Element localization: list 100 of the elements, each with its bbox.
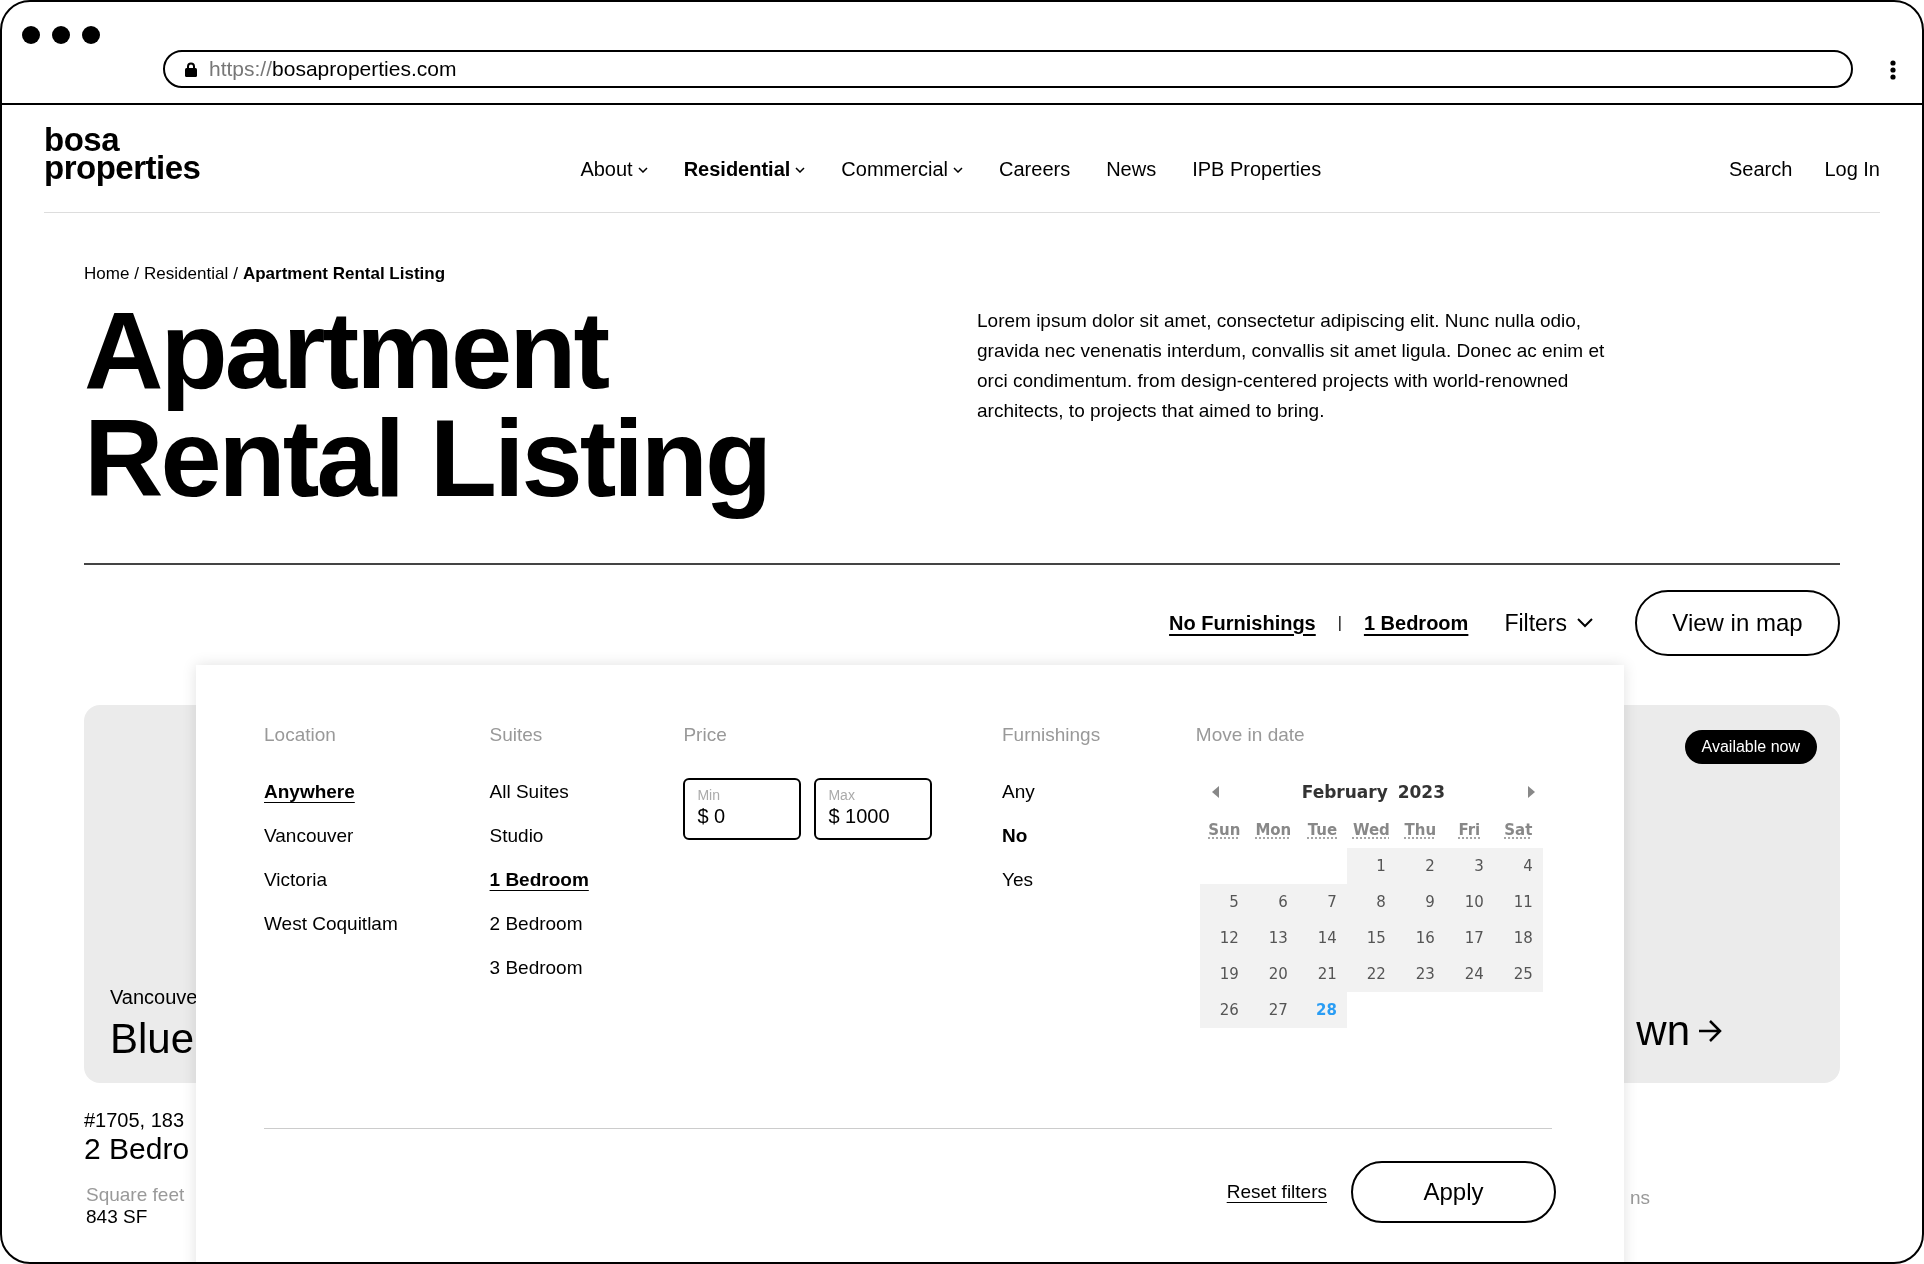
- column-heading: Location: [264, 724, 337, 746]
- weekday-label: Mon: [1255, 821, 1292, 839]
- filter-option[interactable]: Any: [1001, 780, 1196, 804]
- calendar-month: February 2023: [1301, 782, 1445, 802]
- calendar-day[interactable]: 24: [1444, 956, 1494, 992]
- detail-label: ns: [1629, 1187, 1650, 1210]
- filter-option[interactable]: Victoria: [264, 868, 490, 892]
- calendar-day[interactable]: 6: [1248, 884, 1298, 920]
- filter-option[interactable]: No: [1001, 824, 1196, 848]
- nav-link[interactable]: About: [580, 158, 648, 181]
- column-heading: Move in date: [1195, 724, 1306, 746]
- calendar-day[interactable]: 11: [1493, 884, 1543, 920]
- intro-paragraph: Lorem ipsum dolor sit amet, consectetur adipiscing elit. Nunc nulla odio, gravida nec venenatis interdum, convallis sit amet ligula. Donec ac enim et orci condimentum. from design-centered projects with world-renowned architects, to projects that aimed to bring.: [977, 309, 1606, 423]
- filter-option[interactable]: All Suites: [489, 780, 684, 804]
- calendar-day[interactable]: 10: [1444, 884, 1494, 920]
- calendar-day[interactable]: 27: [1248, 992, 1298, 1028]
- calendar-day[interactable]: 13: [1248, 920, 1298, 956]
- unit-type: 2 Bedro: [84, 1132, 190, 1166]
- caret-icon: [637, 166, 648, 173]
- listing-city: Vancouve: [110, 986, 198, 1009]
- listing-name: Blue: [110, 1015, 196, 1063]
- breadcrumb-link[interactable]: Residential: [144, 264, 229, 284]
- nav-link[interactable]: Careers: [999, 158, 1071, 181]
- calendar-day[interactable]: 2: [1395, 848, 1445, 884]
- calendar-day[interactable]: 17: [1444, 920, 1494, 956]
- page-title: Apartment Rental Listing: [84, 296, 771, 521]
- filters-toggle[interactable]: Filters: [1504, 609, 1593, 637]
- nav-link[interactable]: News: [1106, 158, 1157, 181]
- calendar-day[interactable]: 22: [1346, 956, 1396, 992]
- header-link[interactable]: Search: [1729, 158, 1793, 181]
- price-field[interactable]: Max $ 1000: [814, 778, 933, 840]
- nav-link[interactable]: IPB Properties: [1192, 158, 1322, 181]
- filter-option[interactable]: 2 Bedroom: [489, 912, 684, 936]
- price-field[interactable]: Min $ 0: [683, 778, 802, 840]
- calendar-day[interactable]: 26: [1199, 992, 1249, 1028]
- header-link[interactable]: Log In: [1824, 158, 1880, 181]
- filter-option[interactable]: 3 Bedroom: [489, 956, 684, 980]
- listing-name: wn: [1636, 1007, 1690, 1055]
- caret-icon: [953, 166, 964, 173]
- calendar-day[interactable]: 8: [1346, 884, 1396, 920]
- weekday-label: Fri: [1458, 821, 1481, 839]
- area-label: Square feet: [86, 1184, 186, 1206]
- nav-link[interactable]: Residential: [683, 158, 806, 181]
- calendar-day[interactable]: 4: [1493, 848, 1543, 884]
- calendar-day[interactable]: 3: [1444, 848, 1494, 884]
- weekday-label: Sat: [1504, 821, 1533, 839]
- weekday-label: Tue: [1307, 821, 1338, 839]
- filter-option[interactable]: Yes: [1001, 868, 1196, 892]
- url-host: bosaproperties.com: [272, 57, 457, 81]
- weekday-label: Wed: [1352, 821, 1390, 839]
- filter-option[interactable]: Vancouver: [264, 824, 490, 848]
- calendar-day[interactable]: 25: [1493, 956, 1543, 992]
- calendar-day[interactable]: 1: [1346, 848, 1396, 884]
- breadcrumb-current: Apartment Rental Listing: [242, 264, 446, 284]
- address-bar[interactable]: https://bosaproperties.com: [163, 50, 1853, 88]
- lock-icon: [185, 61, 197, 77]
- window-dot[interactable]: [82, 26, 100, 44]
- breadcrumb-link[interactable]: Home: [84, 264, 130, 284]
- active-filter-link[interactable]: No Furnishings: [1169, 611, 1316, 635]
- column-heading: Price: [683, 724, 728, 746]
- calendar-day[interactable]: 19: [1199, 956, 1249, 992]
- view-in-map-button[interactable]: View in map: [1635, 590, 1840, 656]
- previous-month-icon[interactable]: [1211, 786, 1220, 798]
- breadcrumb-separator: /: [134, 264, 140, 284]
- filter-separator: |: [1337, 614, 1342, 632]
- caret-icon: [795, 166, 806, 173]
- calendar-day[interactable]: 21: [1297, 956, 1347, 992]
- filter-option[interactable]: Anywhere: [264, 780, 490, 804]
- listing-address: #1705, 183: [84, 1109, 186, 1132]
- calendar-day[interactable]: 23: [1395, 956, 1445, 992]
- filter-option[interactable]: West Coquitlam: [264, 912, 490, 936]
- window-dot[interactable]: [22, 26, 40, 44]
- calendar-day[interactable]: 5: [1199, 884, 1249, 920]
- calendar-day[interactable]: 18: [1493, 920, 1543, 956]
- calendar-day[interactable]: 16: [1395, 920, 1445, 956]
- breadcrumb-separator: /: [233, 264, 238, 284]
- calendar-day[interactable]: 7: [1297, 884, 1347, 920]
- calendar-day[interactable]: 9: [1395, 884, 1445, 920]
- availability-badge: Available now: [1684, 730, 1817, 764]
- arrow-right-icon: [1698, 1020, 1722, 1042]
- reset-filters-link[interactable]: Reset filters: [1226, 1181, 1327, 1203]
- menu-icon[interactable]: [1890, 60, 1896, 80]
- weekday-label: Thu: [1404, 821, 1437, 839]
- calendar-day[interactable]: 15: [1346, 920, 1396, 956]
- column-heading: Suites: [489, 724, 544, 746]
- filter-option[interactable]: 1 Bedroom: [489, 868, 684, 892]
- calendar-day[interactable]: 20: [1248, 956, 1298, 992]
- chevron-icon: [1577, 618, 1593, 628]
- calendar-day[interactable]: 12: [1199, 920, 1249, 956]
- filter-option[interactable]: Studio: [489, 824, 684, 848]
- next-month-icon[interactable]: [1526, 786, 1535, 798]
- active-filter-link[interactable]: 1 Bedroom: [1363, 611, 1469, 635]
- apply-button[interactable]: Apply: [1351, 1161, 1556, 1223]
- column-heading: Furnishings: [1001, 724, 1102, 746]
- url-scheme: https://: [209, 57, 273, 81]
- calendar-day[interactable]: 14: [1297, 920, 1347, 956]
- area-value: 843 SF: [86, 1206, 149, 1228]
- weekday-label: Sun: [1208, 821, 1241, 839]
- window-dot[interactable]: [52, 26, 70, 44]
- nav-link[interactable]: Commercial: [841, 158, 964, 181]
